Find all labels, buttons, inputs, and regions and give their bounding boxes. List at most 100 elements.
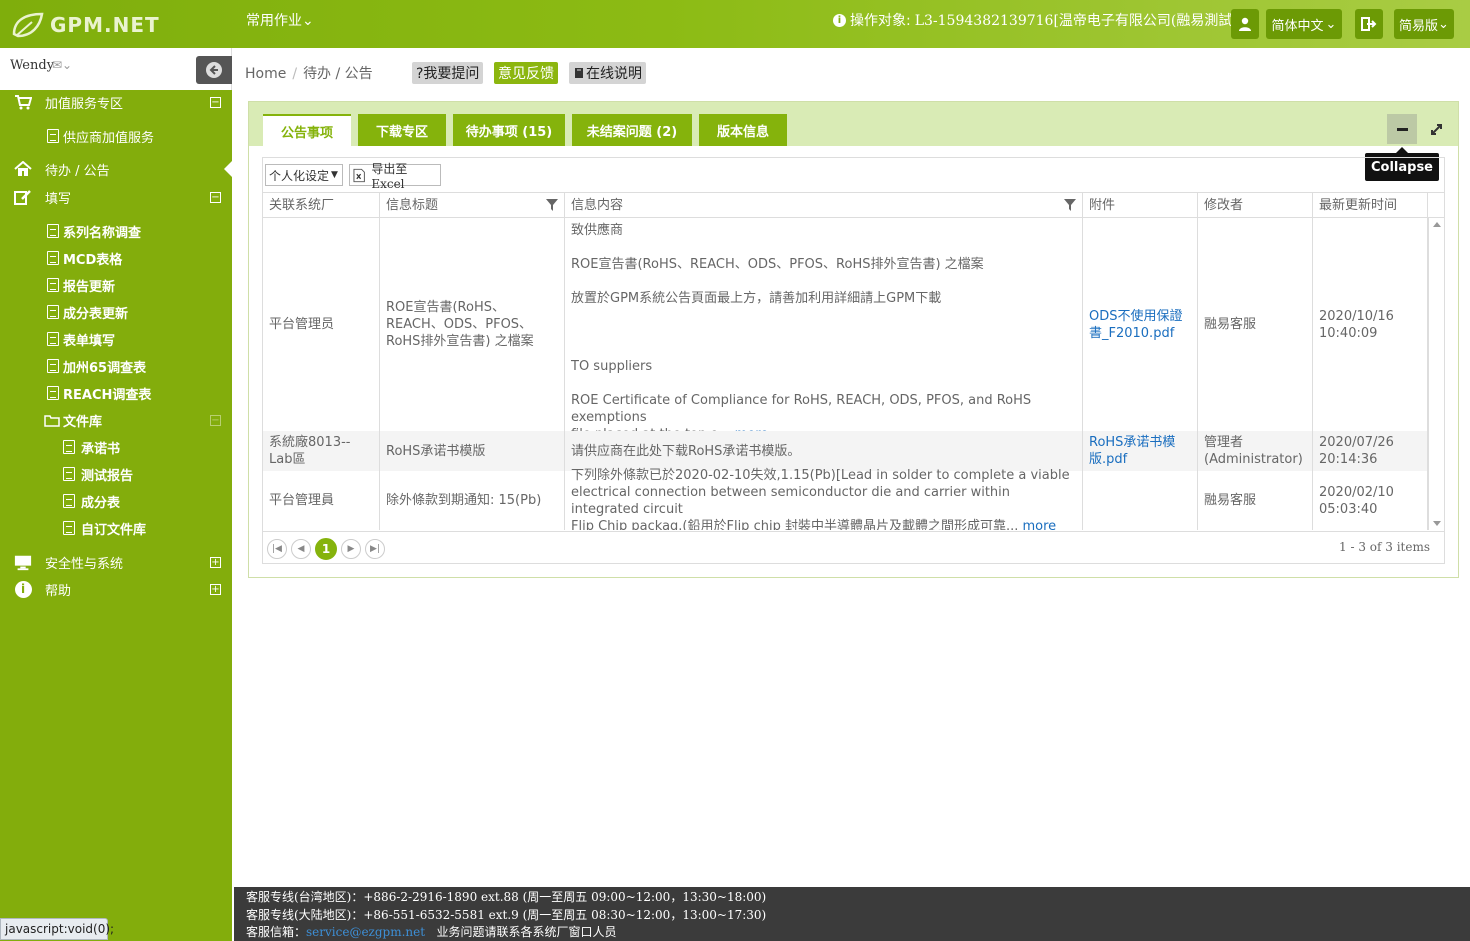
content-line: [571, 239, 1076, 256]
sidebar-toggle-button[interactable]: [196, 56, 232, 84]
user-button[interactable]: [1231, 9, 1259, 39]
content-line: 放置於GPM系統公告頁面最上方，請善加利用詳細請上GPM下載: [571, 291, 942, 306]
breadcrumb-home[interactable]: Home: [245, 66, 286, 82]
chevron-down-icon: ⌄: [1438, 16, 1449, 32]
common-tasks-menu[interactable]: 常用作业⌄: [246, 10, 314, 30]
sidebar-item-custom-library[interactable]: 自订文件库: [0, 516, 232, 540]
current-page[interactable]: 1: [315, 538, 337, 560]
tab-label: 版本信息: [716, 124, 769, 140]
cell-text: ROE宣告書(RoHS、REACH、ODS、PFOS、RoHS排外宣告書) 之檔…: [386, 300, 534, 349]
logout-button[interactable]: [1355, 9, 1383, 39]
document-icon: [60, 519, 78, 537]
tab-downloads[interactable]: 下载专区: [358, 114, 446, 146]
sidebar-item-mcd[interactable]: MCD表格: [0, 246, 232, 270]
column-header-label: 关联系统厂: [269, 198, 335, 213]
column-header-content[interactable]: 信息内容: [565, 193, 1083, 218]
filter-icon[interactable]: [546, 199, 558, 211]
cell-text: 融易客服: [1204, 317, 1257, 332]
sidebar-item-commitment[interactable]: 承诺书: [0, 435, 232, 459]
footer: 客服专线(台湾地区)：+886-2-2916-1890 ext.88 (周一至周…: [234, 887, 1470, 941]
export-excel-button[interactable]: 导出至Excel: [349, 162, 441, 191]
sidebar-item-composition[interactable]: 成分表: [0, 489, 232, 513]
content-line: 下列除外條款已於2020-02-10失效,1.15(Pb)[Lead in so…: [571, 467, 1070, 483]
sidebar-item-supplier-service[interactable]: 供应商加值服务: [0, 124, 232, 148]
scroll-up-icon[interactable]: [1433, 222, 1441, 227]
column-header-modifier[interactable]: 修改者: [1198, 193, 1313, 218]
collapse-icon[interactable]: −: [210, 414, 221, 426]
ask-question-button[interactable]: ?我要提问: [412, 62, 484, 84]
edit-icon: [14, 188, 32, 206]
collapse-icon[interactable]: −: [210, 191, 221, 203]
email-link[interactable]: service@ezgpm.net: [306, 925, 425, 939]
vertical-scrollbar[interactable]: [1428, 218, 1444, 530]
column-header-factory[interactable]: 关联系统厂: [263, 193, 380, 218]
user-name: Wendy: [10, 58, 55, 73]
mode-dropdown[interactable]: 简易版 ⌄: [1394, 9, 1454, 39]
cell-content: 请供应商在此处下载RoHS承诺书模版。: [565, 431, 1083, 471]
sidebar-item-label: 待办 / 公告: [45, 163, 110, 179]
sidebar-item-reach[interactable]: REACH调查表: [0, 381, 232, 405]
collapse-icon[interactable]: −: [210, 96, 221, 108]
tab-open-issues[interactable]: 未结案问题 (2): [572, 114, 692, 146]
operating-label: 操作对象:: [850, 13, 911, 29]
expand-icon[interactable]: +: [210, 556, 221, 568]
fullscreen-button[interactable]: [1421, 114, 1451, 144]
sidebar-item-report-update[interactable]: 报告更新: [0, 273, 232, 297]
cart-icon: [14, 93, 32, 111]
sidebar-item-label: 承诺书: [81, 441, 121, 457]
online-help-button[interactable]: 在线说明: [569, 62, 646, 84]
sidebar-item-test-report[interactable]: 测试报告: [0, 462, 232, 486]
sidebar-item-form-fill[interactable]: 表单填写: [0, 327, 232, 351]
cell-factory: 平台管理员: [263, 218, 380, 431]
table-row[interactable]: 平台管理员 ROE宣告書(RoHS、REACH、ODS、PFOS、RoHS排外宣…: [263, 218, 1428, 442]
first-page-button[interactable]: |◀: [267, 539, 287, 559]
breadcrumb: Home / 待办 / 公告: [245, 63, 379, 83]
column-header-attachment[interactable]: 附件: [1083, 193, 1198, 218]
more-link[interactable]: more: [1023, 519, 1057, 531]
sidebar-item-fill[interactable]: 填写 −: [0, 185, 232, 209]
filter-icon[interactable]: [1064, 199, 1076, 211]
sidebar-item-composition-update[interactable]: 成分表更新: [0, 300, 232, 324]
attachment-link[interactable]: ODS不使用保證書_F2010.pdf: [1089, 308, 1191, 342]
collapse-button[interactable]: [1387, 114, 1417, 144]
sidebar-item-label: 报告更新: [63, 279, 116, 295]
language-dropdown[interactable]: 简体中文 ⌄: [1266, 9, 1342, 39]
sidebar-item-library[interactable]: 文件库 −: [0, 408, 232, 432]
grid-toolbar: 个人化设定 ▼ 导出至Excel: [263, 158, 1444, 191]
document-icon: [60, 492, 78, 510]
expand-icon[interactable]: +: [210, 583, 221, 595]
column-header-updated[interactable]: 最新更新时间: [1313, 193, 1428, 218]
tab-announcements[interactable]: 公告事项: [263, 114, 351, 146]
first-page-icon: |◀: [272, 544, 282, 554]
cell-factory: 系統廠8013--Lab區: [263, 431, 380, 471]
prev-page-button[interactable]: ◀: [291, 539, 311, 559]
sidebar-item-series-survey[interactable]: 系列名称调查: [0, 219, 232, 243]
sidebar-item-prop65[interactable]: 加州65调查表: [0, 354, 232, 378]
last-page-button[interactable]: ▶|: [365, 539, 385, 559]
attachment-link[interactable]: RoHS承诺书模版.pdf: [1089, 434, 1191, 468]
tab-todo[interactable]: 待办事项 (15): [453, 114, 565, 146]
book-icon: [575, 68, 583, 78]
mail-icon[interactable]: ✉⌄: [52, 58, 72, 72]
browser-status-bar: javascript:void(0);: [0, 918, 114, 940]
personalize-dropdown[interactable]: 个人化设定 ▼: [265, 164, 343, 186]
logo[interactable]: GPM.NET: [10, 8, 160, 42]
table-row[interactable]: 系統廠8013--Lab區 RoHS承诺书模版 请供应商在此处下载RoHS承诺书…: [263, 431, 1428, 471]
sidebar-item-value-added[interactable]: 加值服务专区 −: [0, 90, 232, 114]
footer-line-mainland: 客服专线(大陆地区)：+86-551-6532-5581 ext.9 (周一至周…: [246, 907, 767, 922]
content-line: [571, 341, 1076, 358]
sidebar-item-todo[interactable]: 待办 / 公告: [0, 157, 232, 181]
sidebar-user[interactable]: Wendy ✉⌄: [0, 48, 232, 90]
column-header-title[interactable]: 信息标题: [380, 193, 565, 218]
breadcrumb-current: 待办 / 公告: [303, 66, 373, 82]
tab-version-info[interactable]: 版本信息: [699, 114, 787, 146]
next-page-button[interactable]: ▶: [341, 539, 361, 559]
sidebar-item-security[interactable]: 安全性与系统 +: [0, 550, 232, 574]
cell-title: 除外條款到期通知: 15(Pb): [380, 471, 565, 530]
feedback-button[interactable]: 意见反馈: [494, 62, 558, 84]
scroll-down-icon[interactable]: [1433, 521, 1441, 526]
table-row[interactable]: 平台管理員 除外條款到期通知: 15(Pb) 下列除外條款已於2020-02-1…: [263, 468, 1428, 531]
time-text: 10:40:09: [1319, 325, 1378, 341]
sidebar-item-label: 自订文件库: [81, 522, 147, 538]
sidebar-item-help[interactable]: i 帮助 +: [0, 577, 232, 601]
